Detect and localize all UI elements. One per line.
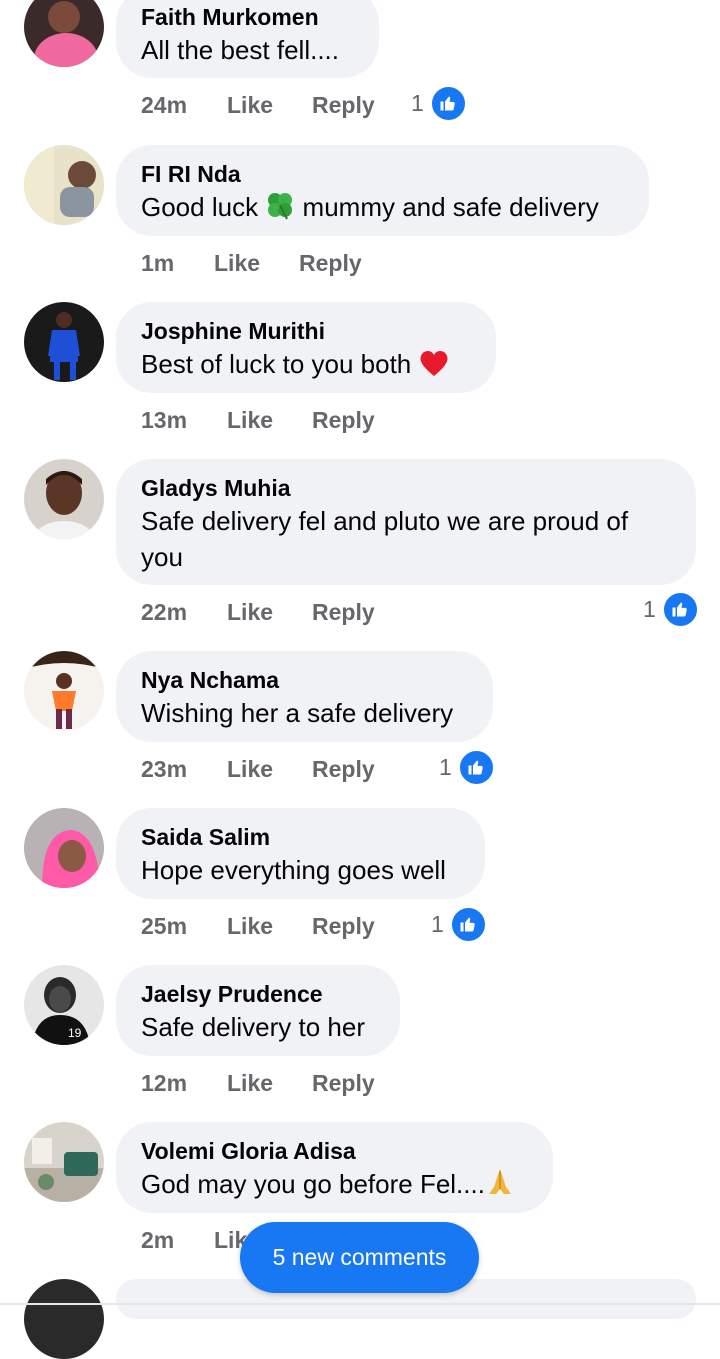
thumbs-up-icon: [457, 748, 495, 786]
new-comments-button[interactable]: 5 new comments: [240, 1222, 479, 1293]
commenter-name[interactable]: Jaelsy Prudence: [141, 979, 374, 1009]
comment-time[interactable]: 2m: [141, 1220, 174, 1260]
avatar[interactable]: [24, 459, 104, 539]
comment-time[interactable]: 13m: [141, 400, 187, 440]
avatar[interactable]: [24, 0, 104, 67]
avatar[interactable]: [24, 302, 104, 382]
divider: [0, 1303, 720, 1305]
comment-text: Best of luck to you both: [141, 346, 470, 386]
reaction-number: 1: [431, 910, 444, 937]
commenter-name[interactable]: Nya Nchama: [141, 665, 467, 695]
like-link[interactable]: Like: [227, 400, 273, 440]
reply-link[interactable]: Reply: [312, 85, 375, 125]
reaction-count[interactable]: 1: [439, 748, 495, 786]
like-link[interactable]: Like: [227, 906, 273, 946]
comment-time[interactable]: 24m: [141, 85, 187, 125]
reply-link[interactable]: Reply: [312, 1063, 375, 1103]
comment-bubble: Saida Salim Hope everything goes well: [116, 808, 485, 899]
commenter-name[interactable]: Josphine Murithi: [141, 316, 470, 346]
reply-link[interactable]: Reply: [312, 749, 375, 789]
avatar[interactable]: 19: [24, 965, 104, 1045]
comment-text: Good luck mummy and safe delivery: [141, 189, 623, 229]
comment-text: Hope everything goes well: [141, 855, 446, 885]
reaction-number: 1: [439, 753, 452, 780]
comment-bubble: Josphine Murithi Best of luck to you bot…: [116, 302, 496, 393]
comment-text: Safe delivery to her: [141, 1012, 366, 1042]
comment-bubble: FI RI Nda Good luck mummy and safe deliv…: [116, 145, 649, 236]
thumbs-up-icon: [429, 84, 467, 122]
reply-link[interactable]: Reply: [312, 400, 375, 440]
reaction-count[interactable]: 1: [643, 590, 699, 628]
comment-bubble: Nya Nchama Wishing her a safe delivery: [116, 651, 493, 742]
reaction-count[interactable]: 1: [431, 905, 487, 943]
comment-text: All the best fell....: [141, 35, 339, 65]
comment-text: Wishing her a safe delivery: [141, 698, 454, 728]
folded-hands-icon: [485, 1167, 515, 1206]
reply-link[interactable]: Reply: [312, 906, 375, 946]
like-link[interactable]: Like: [227, 749, 273, 789]
comment-text: God may you go before Fel....: [141, 1166, 527, 1206]
avatar[interactable]: [24, 1122, 104, 1202]
red-heart-icon: [419, 349, 449, 386]
comment-time[interactable]: 12m: [141, 1063, 187, 1103]
thumbs-up-icon: [449, 905, 487, 943]
comment-text: Safe delivery fel and pluto we are proud…: [141, 506, 629, 572]
comment-time[interactable]: 1m: [141, 243, 174, 283]
reaction-number: 1: [411, 89, 424, 116]
like-link[interactable]: Like: [227, 592, 273, 632]
reply-link[interactable]: Reply: [312, 592, 375, 632]
avatar[interactable]: [24, 808, 104, 888]
reply-link[interactable]: Reply: [299, 243, 362, 283]
comment-bubble: Gladys Muhia Safe delivery fel and pluto…: [116, 459, 696, 585]
comment-bubble: Faith Murkomen All the best fell....: [116, 0, 379, 78]
commenter-name[interactable]: Volemi Gloria Adisa: [141, 1136, 527, 1166]
comment-time[interactable]: 22m: [141, 592, 187, 632]
like-link[interactable]: Like: [227, 1063, 273, 1103]
reaction-number: 1: [643, 595, 656, 622]
avatar[interactable]: [24, 651, 104, 731]
svg-text:19: 19: [68, 1026, 82, 1040]
comment-bubble: Volemi Gloria Adisa God may you go befor…: [116, 1122, 553, 1213]
commenter-name[interactable]: Faith Murkomen: [141, 2, 353, 32]
four-leaf-clover-icon: [265, 190, 295, 229]
commenter-name[interactable]: FI RI Nda: [141, 159, 623, 189]
like-link[interactable]: Like: [227, 85, 273, 125]
thumbs-up-icon: [661, 590, 699, 628]
commenter-name[interactable]: Saida Salim: [141, 822, 459, 852]
avatar[interactable]: [24, 145, 104, 225]
comment-bubble: Jaelsy Prudence Safe delivery to her: [116, 965, 400, 1056]
commenter-name[interactable]: Gladys Muhia: [141, 473, 670, 503]
comment-time[interactable]: 23m: [141, 749, 187, 789]
avatar[interactable]: [24, 1279, 104, 1359]
like-link[interactable]: Like: [214, 243, 260, 283]
comment-time[interactable]: 25m: [141, 906, 187, 946]
reaction-count[interactable]: 1: [411, 84, 467, 122]
